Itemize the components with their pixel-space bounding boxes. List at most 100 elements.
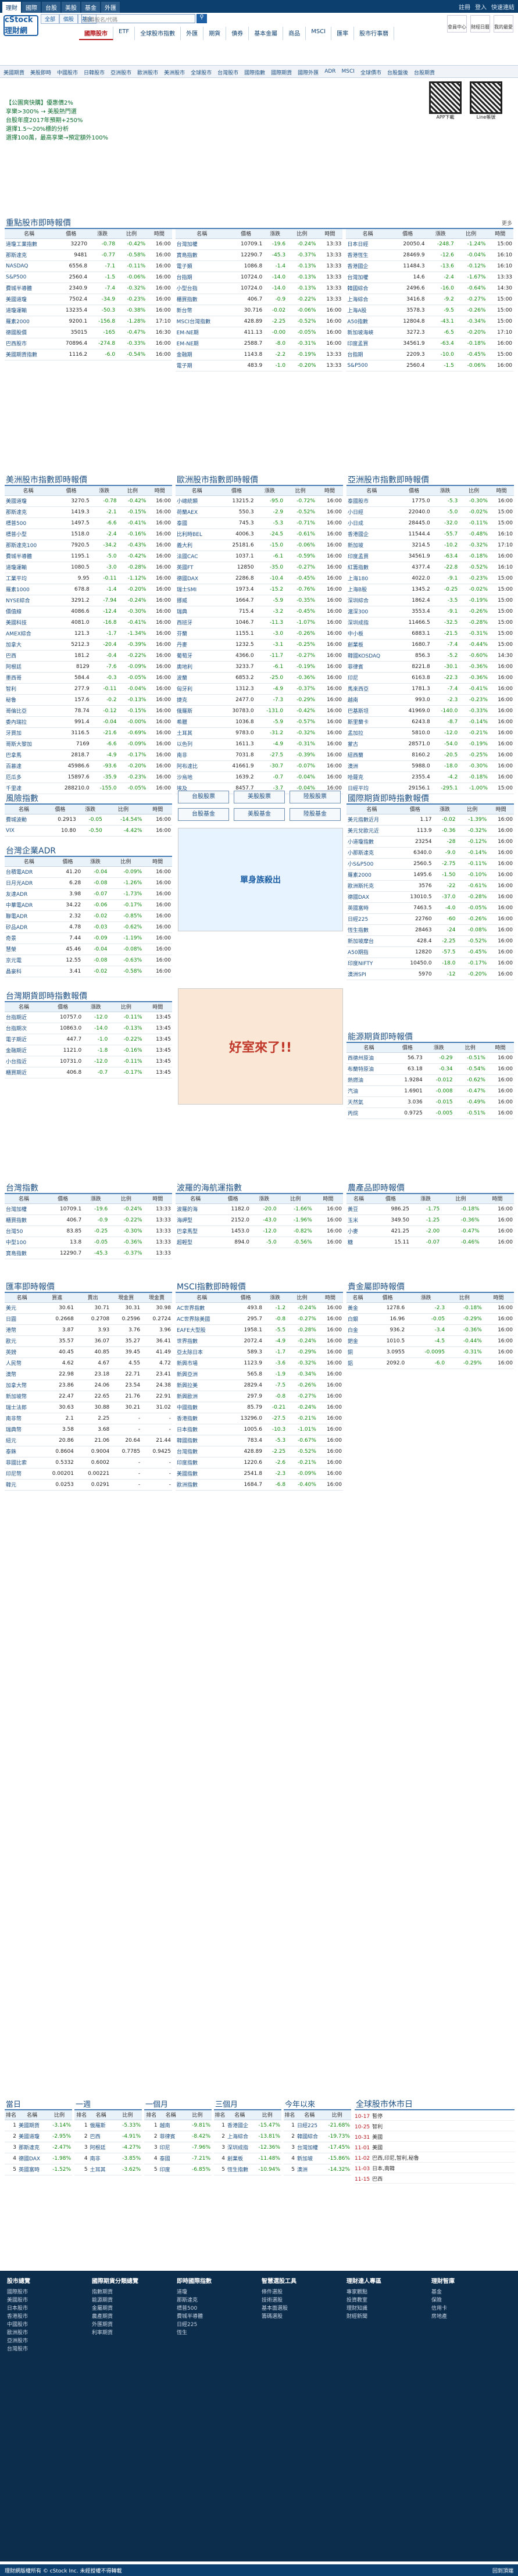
top-tab-1[interactable]: 國際: [22, 2, 41, 13]
table-row[interactable]: 斯里蘭卡 6243.8 -8.7 -0.14% 16:00: [346, 716, 514, 728]
table-row[interactable]: 1 俄羅斯 -5.33%: [74, 2120, 142, 2131]
footer-link[interactable]: 恆生: [177, 2329, 212, 2337]
table-row[interactable]: EM-NE期 2588.7 -8.0 -0.31% 16:00: [175, 338, 343, 349]
ad-banner-2[interactable]: 好室來了!!: [178, 988, 343, 1105]
quote-name[interactable]: AMEX綜合: [5, 628, 52, 639]
table-row[interactable]: 3 深圳成指 -12.36%: [214, 2142, 281, 2153]
quote-name[interactable]: 羅素2000: [346, 869, 397, 881]
table-row[interactable]: 2 美國道瓊 -2.95%: [5, 2131, 72, 2142]
quote-name[interactable]: 瑞典幣: [5, 1424, 40, 1435]
quote-name[interactable]: 台指期: [346, 349, 390, 360]
quote-name[interactable]: 孟加拉: [346, 727, 397, 739]
table-row[interactable]: 電子類 1086.8 -1.4 -0.13% 13:33: [175, 260, 343, 272]
quote-name[interactable]: 標普小型: [5, 528, 52, 540]
table-row[interactable]: 土耳其 9783.0 -31.2 -0.32% 16:00: [176, 727, 343, 739]
table-row[interactable]: 瑞士SMI 1973.4 -15.2 -0.76% 16:00: [176, 584, 343, 595]
quote-name[interactable]: 櫃買期近: [5, 1067, 44, 1078]
table-row[interactable]: 矽品ADR 4.78 -0.03 -0.62% 16:00: [5, 921, 172, 933]
table-row[interactable]: 熱燃油 1.9284 -0.012 -0.62% 16:00: [346, 1074, 514, 1086]
table-row[interactable]: 紅籌指數 4377.4 -22.8 -0.52% 16:10: [346, 562, 514, 573]
quote-name[interactable]: S&P500: [5, 271, 54, 283]
ranking-tab[interactable]: 一個月: [144, 2096, 212, 2110]
quote-name[interactable]: 紐西蘭: [346, 749, 397, 761]
quote-name[interactable]: 澳幣: [5, 1369, 40, 1380]
quote-name[interactable]: 丹麥: [176, 639, 219, 651]
quote-name[interactable]: 丙烷: [346, 1107, 391, 1119]
tile-us-fund[interactable]: 美股基金: [234, 808, 285, 821]
subnav-item-0[interactable]: 美國期貨: [3, 69, 24, 76]
quote-name[interactable]: 泰銖: [5, 1446, 40, 1457]
table-row[interactable]: 加拿大 5212.3 -20.4 -0.39% 16:00: [5, 639, 172, 651]
quote-name[interactable]: 新台幣: [175, 305, 228, 316]
subnav-item-12[interactable]: ADR: [324, 69, 335, 74]
table-row[interactable]: 台指期次 10863.0 -14.0 -0.13% 13:45: [5, 1023, 172, 1034]
table-row[interactable]: 美國科技 4081.0 -16.8 -0.41% 16:00: [5, 617, 172, 628]
table-row[interactable]: 丙烷 0.9725 -0.005 -0.51% 16:00: [346, 1107, 514, 1119]
table-row[interactable]: 汽油 1.6901 -0.008 -0.47% 16:00: [346, 1085, 514, 1097]
table-row[interactable]: 日本指數 1005.6 -10.3 -1.01% 16:00: [176, 1424, 343, 1435]
footer-link[interactable]: 費城半導體: [177, 2313, 212, 2321]
quote-name[interactable]: 泰國股市: [346, 495, 397, 507]
more-link[interactable]: 更多: [502, 219, 512, 227]
table-row[interactable]: 新興拉美 2829.4 -7.5 -0.26% 16:00: [176, 1380, 343, 1391]
table-row[interactable]: 越南 993.0 -2.3 -0.23% 16:00: [346, 694, 514, 706]
quote-name[interactable]: 創業板: [346, 639, 397, 651]
subnav-item-15[interactable]: 台股盤後: [387, 69, 408, 76]
top-tab-5[interactable]: 外匯: [101, 2, 120, 13]
quote-name[interactable]: 捷克: [176, 694, 219, 706]
table-row[interactable]: 慧榮 45.46 -0.04 -0.08% 16:00: [5, 944, 172, 955]
quote-name[interactable]: 印度孟買: [346, 551, 397, 562]
table-row[interactable]: 海岬型 2152.0 -43.0 -1.96% 16:00: [176, 1214, 343, 1226]
table-row[interactable]: 厄瓜多 15897.6 -35.9 -0.23% 16:00: [5, 771, 172, 783]
table-row[interactable]: S&P500 2560.4 -1.5 -0.06% 16:00: [346, 360, 514, 371]
table-row[interactable]: 泰國 745.3 -5.3 -0.71% 16:00: [176, 517, 343, 529]
table-row[interactable]: 台灣加權 10709.1 -19.6 -0.24% 13:33: [5, 1203, 172, 1215]
table-row[interactable]: 香港指數 13296.0 -27.5 -0.21% 16:00: [176, 1413, 343, 1424]
quote-name[interactable]: 寶島指數: [5, 1248, 44, 1259]
table-row[interactable]: 道瓊運輸 13235.4 -50.3 -0.38% 16:00: [5, 305, 172, 316]
quote-name[interactable]: 哈薩克: [346, 771, 397, 783]
table-row[interactable]: 日月光ADR 6.28 -0.08 -1.26% 16:00: [5, 877, 172, 889]
quote-name[interactable]: 南非幣: [5, 1413, 40, 1424]
table-row[interactable]: 小麥 421.25 -2.00 -0.47% 16:00: [346, 1226, 514, 1237]
table-row[interactable]: 孟加拉 5810.0 -12.0 -0.21% 16:00: [346, 727, 514, 739]
quote-name[interactable]: 寶島指數: [175, 249, 228, 261]
nav-item-2[interactable]: 全球股市指數: [135, 27, 181, 40]
table-row[interactable]: 小S&P500 2560.5 -2.75 -0.11% 16:00: [346, 858, 514, 870]
quote-name[interactable]: 中國指數: [176, 1402, 228, 1413]
top-tab-0[interactable]: 理財: [2, 2, 21, 13]
table-row[interactable]: 電子期 483.9 -1.0 -0.20% 13:33: [175, 360, 343, 371]
table-row[interactable]: 韓元 0.0253 0.0291- -: [5, 1479, 172, 1491]
table-row[interactable]: 4 南非 -3.85%: [74, 2153, 142, 2164]
table-row[interactable]: 捷克 2477.0 -7.3 -0.29% 16:00: [176, 694, 343, 706]
subnav-item-4[interactable]: 亞洲股市: [110, 69, 131, 76]
table-row[interactable]: AMEX綜合 121.3 -1.7 -1.34% 16:00: [5, 628, 172, 639]
table-row[interactable]: 阿根廷 8129 -7.6 -0.09% 16:00: [5, 661, 172, 673]
promo-item[interactable]: 選擇1.5～20%標的分析: [6, 125, 180, 134]
nav-item-6[interactable]: 基本金屬: [249, 27, 284, 40]
table-row[interactable]: 泰國股市 1775.0 -5.3 -0.30% 16:00: [346, 495, 514, 507]
quote-name[interactable]: 加拿大幣: [5, 1380, 40, 1391]
subnav-item-1[interactable]: 美股即時: [30, 69, 51, 76]
quote-name[interactable]: 白金: [346, 1324, 370, 1336]
table-row[interactable]: 歐元 35.57 36.07 35.27 36.41: [5, 1335, 172, 1347]
table-row[interactable]: 那斯達克 9481 -0.77 -0.58% 16:00: [5, 249, 172, 261]
quote-name[interactable]: 菲國比索: [5, 1457, 40, 1469]
quote-name[interactable]: 英鎊: [5, 1346, 40, 1358]
table-row[interactable]: 5 印度 -6.85%: [144, 2164, 212, 2175]
table-row[interactable]: 人民幣 4.62 4.67 4.55 4.72: [5, 1357, 172, 1369]
table-row[interactable]: 3 台灣加權 -17.45%: [284, 2142, 351, 2153]
table-row[interactable]: 新興市場 1123.9 -3.6 -0.32% 16:00: [176, 1357, 343, 1369]
ranking-tab[interactable]: 一週: [74, 2096, 142, 2110]
quote-name[interactable]: 世界指數: [176, 1335, 228, 1347]
footer-link[interactable]: 條件選股: [262, 2288, 296, 2296]
table-row[interactable]: 韓國綜合 2496.6 -16.0 -0.64% 14:30: [346, 283, 514, 294]
table-row[interactable]: 玉米 349.50 -1.25 -0.36% 16:00: [346, 1214, 514, 1226]
quote-name[interactable]: 哥倫比亞: [5, 705, 52, 717]
table-row[interactable]: 日圓 0.2668 0.2708 0.2596 0.2724: [5, 1313, 172, 1325]
quote-name[interactable]: 京元電: [5, 955, 53, 966]
table-row[interactable]: 白金 936.2 -3.4 -0.36% 16:00: [346, 1324, 514, 1336]
table-row[interactable]: A50期指 12820 -57.5 -0.45% 16:00: [346, 946, 514, 958]
quote-name[interactable]: 匈牙利: [176, 683, 219, 695]
table-row[interactable]: 巴拿馬型 1453.0 -12.0 -0.82% 16:00: [176, 1226, 343, 1237]
